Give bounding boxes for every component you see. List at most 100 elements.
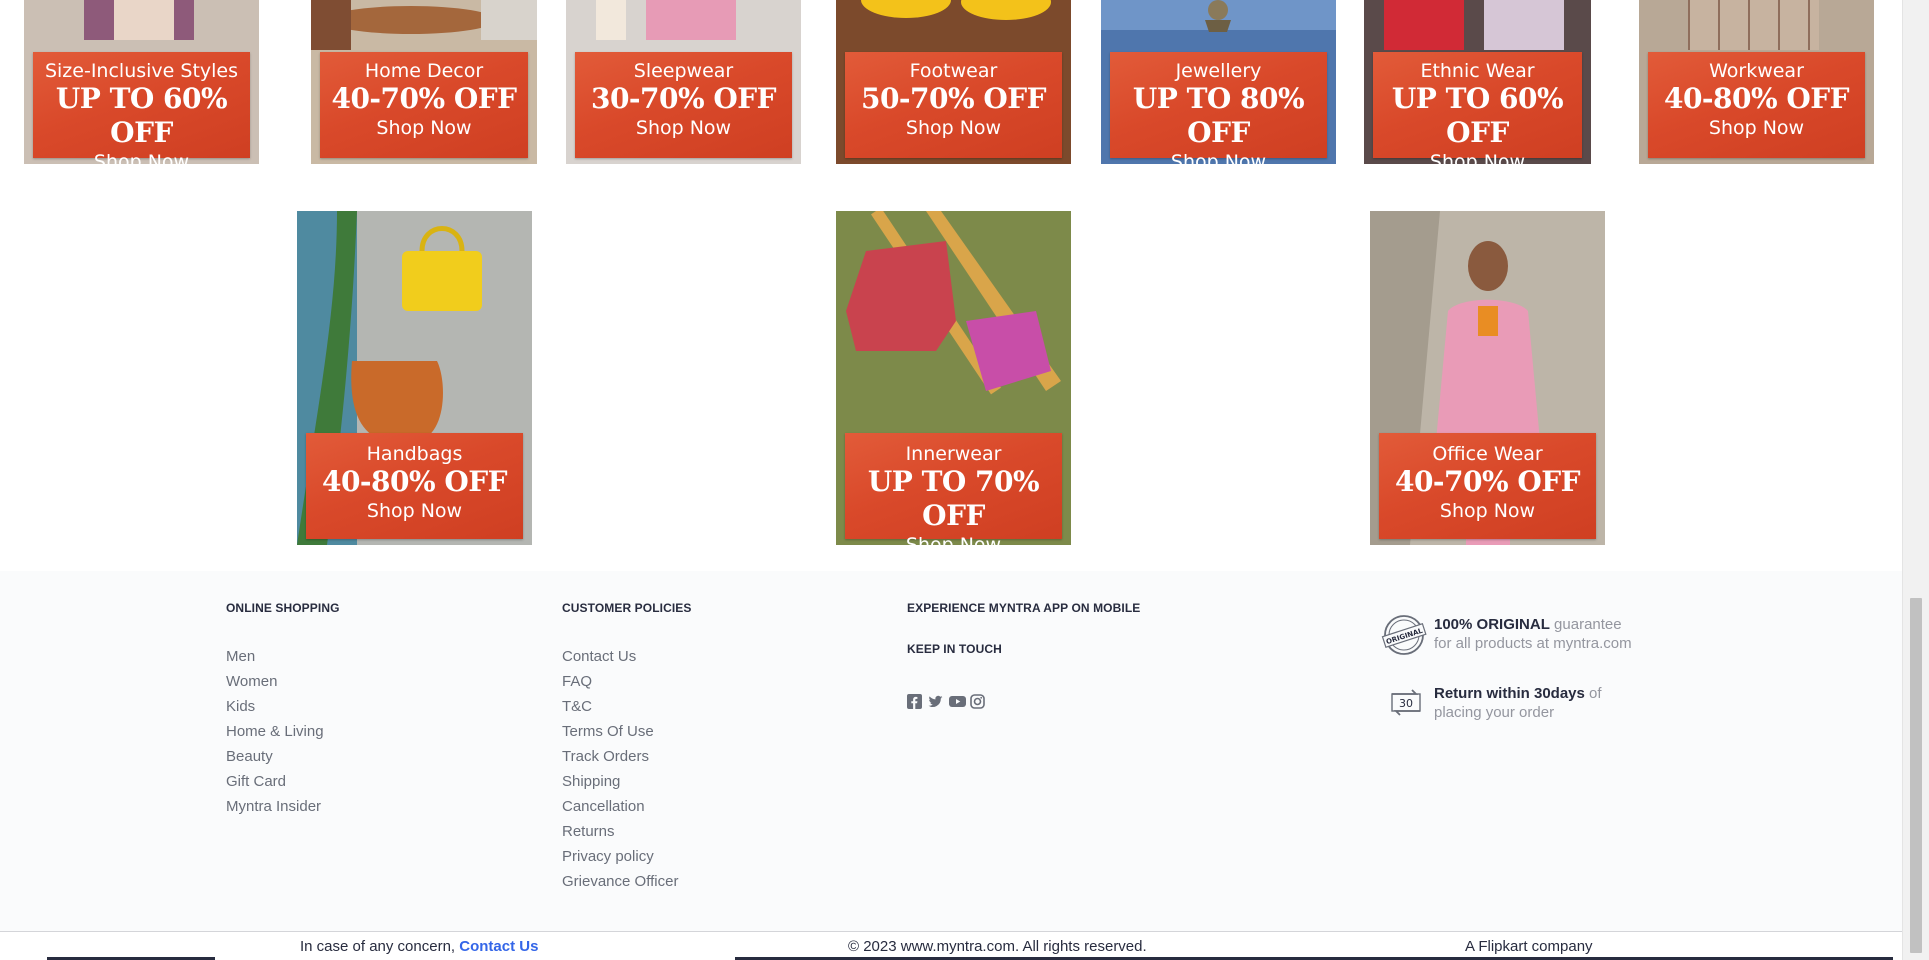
footer-customer-policies: CUSTOMER POLICIES Contact Us FAQ T&C Ter… <box>562 601 692 894</box>
promo-category: Innerwear <box>905 443 1002 465</box>
promo-panel: Sleepwear 30-70% OFF Shop Now <box>575 52 792 158</box>
footer-link-men[interactable]: Men <box>226 644 340 669</box>
scrollbar-thumb[interactable] <box>1910 598 1922 953</box>
promo-deal: 40-80% OFF <box>1663 82 1850 115</box>
concern-notice: In case of any concern, Contact Us <box>300 937 538 957</box>
footer-link-terms-of-use[interactable]: Terms Of Use <box>562 719 692 744</box>
twitter-icon[interactable] <box>928 694 943 709</box>
promo-panel: Size-Inclusive Styles UP TO 60% OFF Shop… <box>33 52 250 164</box>
promo-category: Office Wear <box>1432 443 1543 465</box>
promo-category: Sleepwear <box>633 60 734 82</box>
promo-panel: Jewellery UP TO 80% OFF Shop Now <box>1110 52 1327 164</box>
promise-rest: guarantee <box>1554 616 1622 633</box>
footer-link-contact-us[interactable]: Contact Us <box>562 644 692 669</box>
promo-tile-handbags[interactable]: Handbags 40-80% OFF Shop Now <box>297 211 532 545</box>
shop-now-link[interactable]: Shop Now <box>1648 116 1865 146</box>
promo-tile-size-inclusive[interactable]: Size-Inclusive Styles UP TO 60% OFF Shop… <box>24 0 259 164</box>
promise-line2: for all products at myntra.com <box>1434 635 1632 652</box>
youtube-icon[interactable] <box>949 694 966 709</box>
shop-now-link[interactable]: Shop Now <box>845 533 1062 545</box>
promise-rest: of <box>1589 685 1602 702</box>
footer-link-privacy-policy[interactable]: Privacy policy <box>562 844 692 869</box>
promo-deal: 40-70% OFF <box>1394 465 1581 498</box>
promo-tile-jewellery[interactable]: Jewellery UP TO 80% OFF Shop Now <box>1101 0 1336 164</box>
keep-in-touch-heading: KEEP IN TOUCH <box>907 642 1002 656</box>
footer-link-grievance-officer[interactable]: Grievance Officer <box>562 869 692 894</box>
footer-link-track-orders[interactable]: Track Orders <box>562 744 692 769</box>
promo-category: Ethnic Wear <box>1420 60 1535 82</box>
footer-link-beauty[interactable]: Beauty <box>226 744 340 769</box>
return-policy: 30 Return within 30days of placing your … <box>1386 682 1602 722</box>
promo-panel: Home Decor 40-70% OFF Shop Now <box>320 52 528 158</box>
footer-link-myntra-insider[interactable]: Myntra Insider <box>226 794 340 819</box>
footer-link-cancellation[interactable]: Cancellation <box>562 794 692 819</box>
promo-category: Footwear <box>909 60 998 82</box>
promo-panel: Innerwear UP TO 70% OFF Shop Now <box>845 433 1062 545</box>
shop-now-link[interactable]: Shop Now <box>33 150 250 164</box>
footer-link-kids[interactable]: Kids <box>226 694 340 719</box>
page: Size-Inclusive Styles UP TO 60% OFF Shop… <box>0 0 1903 960</box>
footer-heading: CUSTOMER POLICIES <box>562 601 692 615</box>
promo-panel: Handbags 40-80% OFF Shop Now <box>306 433 523 539</box>
promo-deal: 40-70% OFF <box>331 82 517 115</box>
promo-deal: UP TO 80% OFF <box>1132 82 1305 149</box>
shop-now-link[interactable]: Shop Now <box>1110 150 1327 164</box>
concern-text: In case of any concern, <box>300 938 456 955</box>
copyright-text: © 2023 www.myntra.com. All rights reserv… <box>848 938 1147 955</box>
promo-category: Size-Inclusive Styles <box>44 60 239 82</box>
vertical-scrollbar[interactable] <box>1902 0 1929 960</box>
promo-tile-workwear[interactable]: Workwear 40-80% OFF Shop Now <box>1639 0 1874 164</box>
promo-deal: 40-80% OFF <box>321 465 508 498</box>
footer-app-section: EXPERIENCE MYNTRA APP ON MOBILE KEEP IN … <box>907 601 1140 709</box>
shop-now-link[interactable]: Shop Now <box>306 499 523 529</box>
return-30-icon: 30 <box>1386 682 1426 722</box>
promo-deal: UP TO 60% OFF <box>55 82 228 149</box>
original-seal-icon: ORIGINAL <box>1380 613 1428 657</box>
promise-line2: placing your order <box>1434 704 1555 721</box>
instagram-icon[interactable] <box>970 694 985 709</box>
flipkart-company-text: A Flipkart company <box>1465 938 1593 955</box>
promo-tile-sleepwear[interactable]: Sleepwear 30-70% OFF Shop Now <box>566 0 801 164</box>
promo-tile-office-wear[interactable]: Office Wear 40-70% OFF Shop Now <box>1370 211 1605 545</box>
footer-link-faq[interactable]: FAQ <box>562 669 692 694</box>
facebook-icon[interactable] <box>907 694 922 709</box>
promo-panel: Footwear 50-70% OFF Shop Now <box>845 52 1062 158</box>
social-links <box>907 694 1140 709</box>
contact-us-link[interactable]: Contact Us <box>459 938 538 955</box>
promo-deal: 50-70% OFF <box>860 82 1047 115</box>
promo-category: Workwear <box>1709 60 1804 82</box>
footer-link-shipping[interactable]: Shipping <box>562 769 692 794</box>
svg-text:30: 30 <box>1399 697 1413 710</box>
footer-bottom-bar: In case of any concern, Contact Us © 202… <box>0 931 1903 960</box>
footer-link-home-living[interactable]: Home & Living <box>226 719 340 744</box>
shop-now-link[interactable]: Shop Now <box>1379 499 1596 529</box>
shop-now-link[interactable]: Shop Now <box>1373 150 1582 164</box>
footer-link-women[interactable]: Women <box>226 669 340 694</box>
footer-link-list: Men Women Kids Home & Living Beauty Gift… <box>226 644 340 819</box>
shop-now-link[interactable]: Shop Now <box>320 116 528 146</box>
footer-heading: EXPERIENCE MYNTRA APP ON MOBILE <box>907 601 1141 615</box>
promo-deal: 30-70% OFF <box>590 82 777 115</box>
promo-tile-footwear[interactable]: Footwear 50-70% OFF Shop Now <box>836 0 1071 164</box>
promo-deal: UP TO 60% OFF <box>1391 82 1564 149</box>
promo-tile-ethnic-wear[interactable]: Ethnic Wear UP TO 60% OFF Shop Now <box>1364 0 1591 164</box>
original-guarantee: ORIGINAL 100% ORIGINAL guarantee for all… <box>1380 613 1632 657</box>
promise-bold: 100% ORIGINAL <box>1434 616 1550 633</box>
promo-tile-home-decor[interactable]: Home Decor 40-70% OFF Shop Now <box>311 0 537 164</box>
promo-panel: Ethnic Wear UP TO 60% OFF Shop Now <box>1373 52 1582 164</box>
promo-tile-innerwear[interactable]: Innerwear UP TO 70% OFF Shop Now <box>836 211 1071 545</box>
promo-category: Handbags <box>366 443 463 465</box>
promo-category: Home Decor <box>364 60 484 82</box>
promo-category: Jewellery <box>1175 60 1262 82</box>
footer-link-list: Contact Us FAQ T&C Terms Of Use Track Or… <box>562 644 692 894</box>
footer-link-gift-card[interactable]: Gift Card <box>226 769 340 794</box>
promo-deal: UP TO 70% OFF <box>867 465 1040 532</box>
footer-online-shopping: ONLINE SHOPPING Men Women Kids Home & Li… <box>226 601 340 819</box>
shop-now-link[interactable]: Shop Now <box>575 116 792 146</box>
footer-link-tc[interactable]: T&C <box>562 694 692 719</box>
footer-link-returns[interactable]: Returns <box>562 819 692 844</box>
promo-panel: Office Wear 40-70% OFF Shop Now <box>1379 433 1596 539</box>
promo-panel: Workwear 40-80% OFF Shop Now <box>1648 52 1865 158</box>
promise-bold: Return within 30days <box>1434 685 1585 702</box>
shop-now-link[interactable]: Shop Now <box>845 116 1062 146</box>
